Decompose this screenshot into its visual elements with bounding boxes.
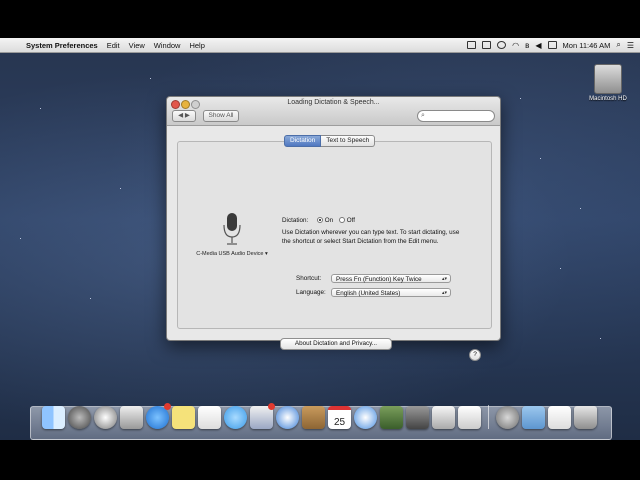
contacts-icon[interactable] bbox=[302, 406, 325, 429]
dictation-label: Dictation: bbox=[282, 217, 309, 224]
safari-icon[interactable] bbox=[276, 406, 299, 429]
itunes-icon[interactable] bbox=[354, 406, 377, 429]
notification-badge bbox=[164, 403, 171, 410]
tab-dictation[interactable]: Dictation bbox=[284, 135, 322, 147]
tab-bar: Dictation Text to Speech bbox=[284, 135, 376, 147]
title-bar[interactable]: Loading Dictation & Speech... ◀ ▶ Show A… bbox=[167, 97, 500, 126]
launchpad-icon[interactable] bbox=[68, 406, 91, 429]
dictation-off-option[interactable]: Off bbox=[339, 217, 355, 224]
app-store-icon[interactable] bbox=[146, 403, 171, 429]
desktop: System Preferences Edit View Window Help… bbox=[0, 38, 640, 440]
dictation-description: Use Dictation wherever you can type text… bbox=[282, 229, 460, 245]
language-popup[interactable]: English (United States) ▴▾ bbox=[331, 288, 451, 297]
timemachine-icon[interactable] bbox=[497, 41, 507, 49]
popup-arrows-icon: ▴▾ bbox=[441, 290, 447, 296]
show-all-button[interactable]: Show All bbox=[203, 110, 239, 122]
calendar-day: 25 bbox=[333, 417, 346, 428]
window-title: Loading Dictation & Speech... bbox=[287, 99, 380, 106]
macintosh-hd-icon[interactable]: Macintosh HD bbox=[586, 64, 630, 102]
menu-window[interactable]: Window bbox=[154, 41, 181, 50]
spotlight-icon[interactable]: ⌕ bbox=[616, 40, 620, 50]
search-icon: ⌕ bbox=[421, 112, 425, 119]
radio-off[interactable] bbox=[339, 217, 345, 224]
photo-booth-icon[interactable] bbox=[432, 406, 455, 429]
facetime-icon[interactable] bbox=[406, 406, 429, 429]
off-label: Off bbox=[346, 217, 356, 224]
radio-on[interactable] bbox=[317, 217, 323, 224]
mail-icon[interactable] bbox=[250, 403, 275, 429]
about-dictation-button[interactable]: About Dictation and Privacy... bbox=[280, 338, 392, 350]
tab-text-to-speech[interactable]: Text to Speech bbox=[321, 135, 376, 147]
menu-app-name[interactable]: System Preferences bbox=[26, 41, 98, 50]
microphone-device-label: C-Media USB Audio Device bbox=[196, 251, 264, 257]
wifi-icon[interactable]: ◠ bbox=[512, 41, 519, 50]
system-preferences-icon[interactable] bbox=[496, 406, 519, 429]
calendar-icon[interactable]: 25 bbox=[328, 406, 351, 429]
shortcut-label: Shortcut: bbox=[296, 275, 322, 282]
microphone-icon bbox=[223, 213, 241, 245]
clock[interactable]: Mon 11:46 AM bbox=[563, 41, 611, 50]
preferences-window: Loading Dictation & Speech... ◀ ▶ Show A… bbox=[166, 96, 501, 361]
input-source-icon[interactable] bbox=[547, 41, 557, 49]
display-icon[interactable] bbox=[482, 41, 492, 49]
bluetooth-icon[interactable]: ʙ bbox=[525, 41, 529, 50]
notification-badge bbox=[268, 403, 275, 410]
help-button[interactable]: ? bbox=[469, 349, 481, 361]
notification-center-icon[interactable]: ☰ bbox=[627, 41, 634, 50]
volume-icon[interactable]: ◀ bbox=[535, 41, 541, 50]
hard-drive-icon bbox=[594, 64, 622, 94]
hd-label: Macintosh HD bbox=[589, 96, 627, 102]
stickies-icon[interactable] bbox=[172, 406, 195, 429]
documents-icon[interactable] bbox=[548, 406, 571, 429]
on-label: On bbox=[324, 217, 334, 224]
shortcut-popup[interactable]: Press Fn (Function) Key Twice ▴▾ bbox=[331, 274, 451, 283]
dashboard-icon[interactable] bbox=[120, 406, 143, 429]
messages-icon[interactable] bbox=[224, 406, 247, 429]
microphone-device-selector[interactable]: C-Media USB Audio Device ▾ bbox=[187, 251, 277, 257]
textedit-icon[interactable] bbox=[458, 406, 481, 429]
popup-arrows-icon: ▴▾ bbox=[441, 276, 447, 282]
menu-edit[interactable]: Edit bbox=[107, 41, 120, 50]
language-label: Language: bbox=[296, 289, 326, 296]
mission-control-icon[interactable] bbox=[94, 406, 117, 429]
menu-bar: System Preferences Edit View Window Help… bbox=[0, 38, 640, 53]
shortcut-value: Press Fn (Function) Key Twice bbox=[336, 276, 422, 283]
language-value: English (United States) bbox=[336, 290, 401, 297]
dictation-on-option[interactable]: On bbox=[317, 217, 333, 224]
applications-folder-icon[interactable] bbox=[522, 406, 545, 429]
finder-icon[interactable] bbox=[42, 406, 65, 429]
trash-icon[interactable] bbox=[574, 406, 597, 429]
menu-help[interactable]: Help bbox=[189, 41, 204, 50]
screen-record-icon[interactable] bbox=[467, 41, 477, 49]
notes-icon[interactable] bbox=[198, 406, 221, 429]
dock-separator bbox=[488, 405, 489, 429]
search-field[interactable]: ⌕ bbox=[417, 110, 495, 122]
back-forward-button[interactable]: ◀ ▶ bbox=[172, 110, 196, 122]
dock-items: 25 bbox=[42, 403, 597, 429]
menu-view[interactable]: View bbox=[129, 41, 145, 50]
iphoto-icon[interactable] bbox=[380, 406, 403, 429]
